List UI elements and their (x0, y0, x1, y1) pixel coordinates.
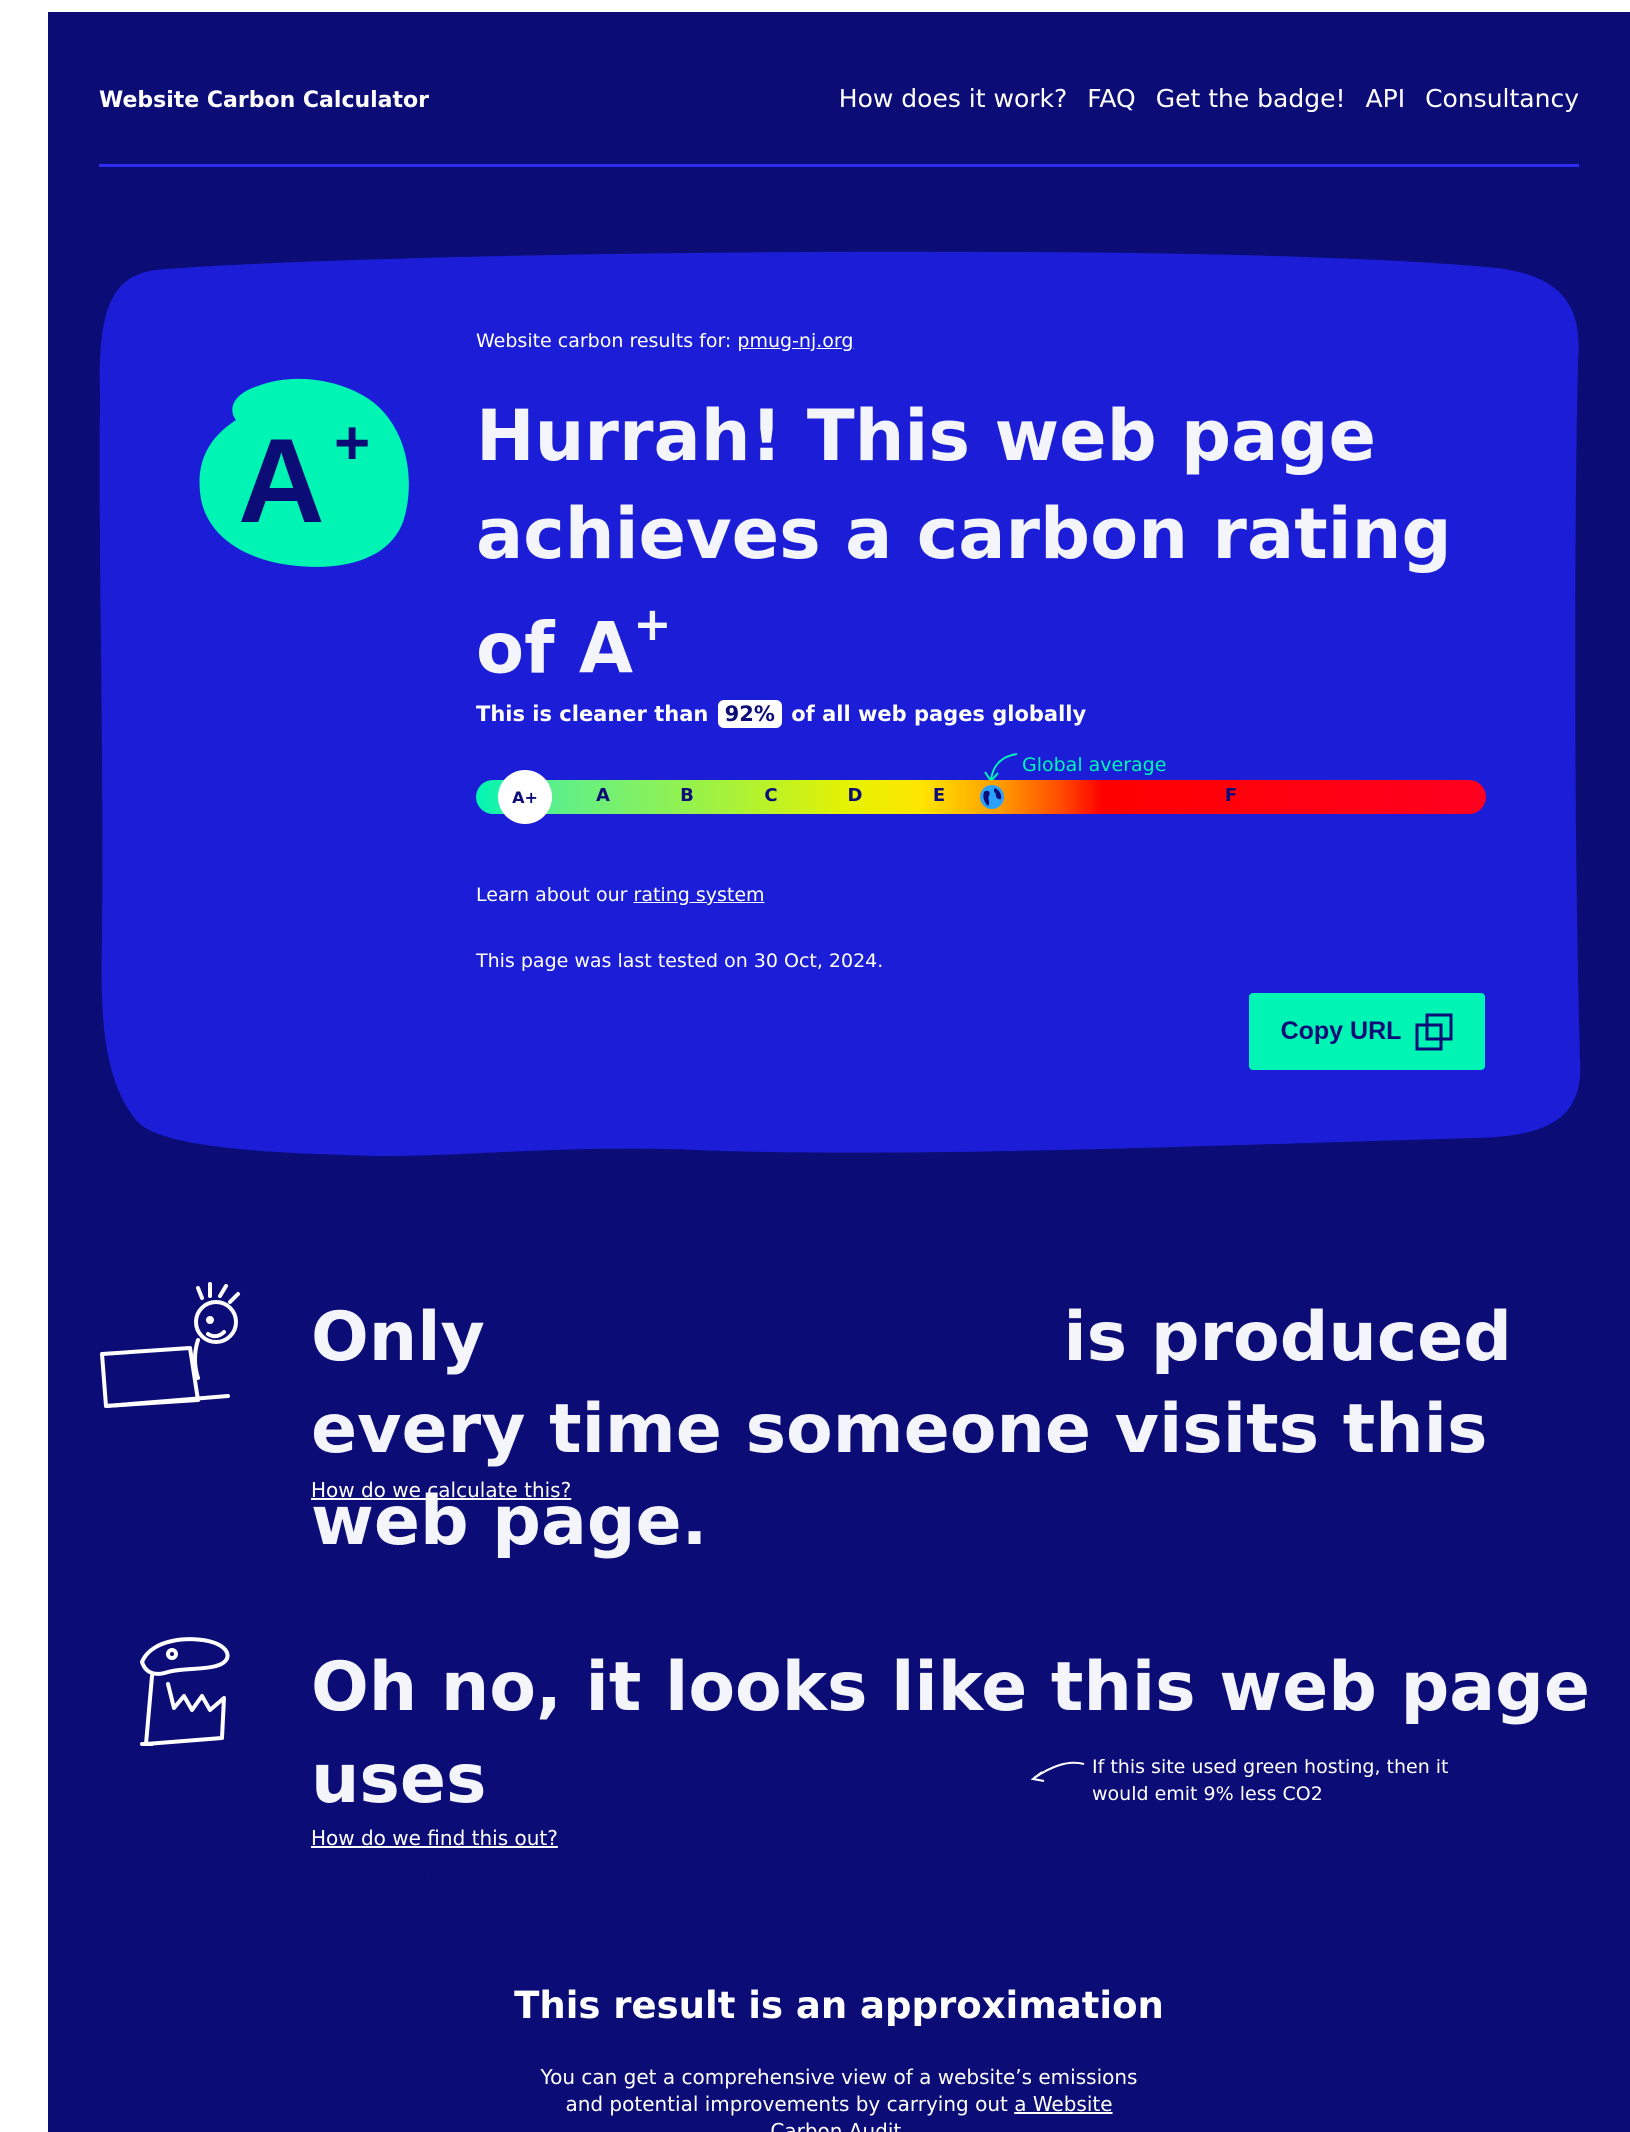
rating-badge-suffix: + (334, 409, 370, 478)
nav-faq[interactable]: FAQ (1087, 84, 1135, 113)
cleaner-than-line: This is cleaner than 92% of all web page… (476, 700, 1087, 728)
scale-label-a: A (596, 785, 610, 806)
approximation-suffix: . (901, 2119, 908, 2132)
cleaner-percentage-badge: 92% (717, 700, 782, 728)
headline-rating-suffix: + (633, 597, 672, 651)
page: Website Carbon Calculator How does it wo… (48, 12, 1630, 2132)
co2-amount-highlight: 0.09g of CO2 (508, 1292, 1040, 1388)
site-header: Website Carbon Calculator How does it wo… (99, 12, 1579, 167)
how-find-out-link[interactable]: How do we find this out? (311, 1826, 558, 1850)
page-title: Hurrah! This web page achieves a carbon … (476, 387, 1506, 697)
approximation-text: You can get a comprehensive view of a we… (528, 2064, 1150, 2132)
green-hosting-note: If this site used green hosting, then it… (1092, 1756, 1449, 1805)
rating-scale: A B C D E F A+ (476, 770, 1486, 824)
results-prefix: Website carbon results for: (476, 330, 732, 352)
copy-url-button[interactable]: Copy URL (1249, 993, 1485, 1070)
approximation-title: This result is an approximation (514, 1984, 1164, 2027)
co2-amount: 0.09g of CO2 (526, 1298, 1022, 1377)
factory-illustration (140, 1637, 230, 1746)
rating-marker: A+ (498, 770, 552, 824)
globe-icon (980, 785, 1004, 809)
rating-badge-letter: A (238, 414, 325, 548)
learn-prefix: Learn about our (476, 884, 628, 906)
scale-label-e: E (932, 785, 946, 806)
last-tested: This page was last tested on 30 Oct, 202… (476, 950, 884, 972)
nav-get-badge[interactable]: Get the badge! (1156, 84, 1346, 113)
note-arrow-icon (1030, 1761, 1085, 1782)
headline-text: Hurrah! This web page achieves a carbon … (476, 395, 1452, 690)
rating-system-link[interactable]: rating system (634, 884, 765, 906)
site-link[interactable]: pmug-nj.org (737, 330, 853, 352)
nav-how-it-works[interactable]: How does it work? (839, 84, 1067, 113)
nav-consultancy[interactable]: Consultancy (1425, 84, 1579, 113)
person-laptop-illustration (100, 1282, 240, 1408)
results-for-line: Website carbon results for: pmug-nj.org (476, 330, 853, 352)
co2-statement: Only 0.09g of CO2 is produced every time… (311, 1292, 1611, 1568)
copy-url-label: Copy URL (1280, 1017, 1402, 1045)
brand-logo[interactable]: Website Carbon Calculator (99, 88, 429, 113)
scale-label-c: C (764, 785, 778, 806)
main-nav: How does it work? FAQ Get the badge! API… (839, 84, 1579, 113)
copy-icon (1415, 1013, 1453, 1050)
scale-label-b: B (680, 785, 694, 806)
learn-rating-line: Learn about our rating system (476, 884, 765, 906)
nav-api[interactable]: API (1366, 84, 1406, 113)
global-average-label: Global average (1022, 754, 1167, 776)
how-calculate-link[interactable]: How do we calculate this? (311, 1478, 571, 1502)
scale-label-d: D (847, 785, 863, 806)
co2-prefix: Only (311, 1298, 485, 1377)
scale-label-f: F (1224, 785, 1238, 806)
rating-badge-large: A + (199, 378, 409, 567)
cleaner-prefix: This is cleaner than (476, 702, 709, 726)
cleaner-suffix: of all web pages globally (791, 702, 1087, 726)
